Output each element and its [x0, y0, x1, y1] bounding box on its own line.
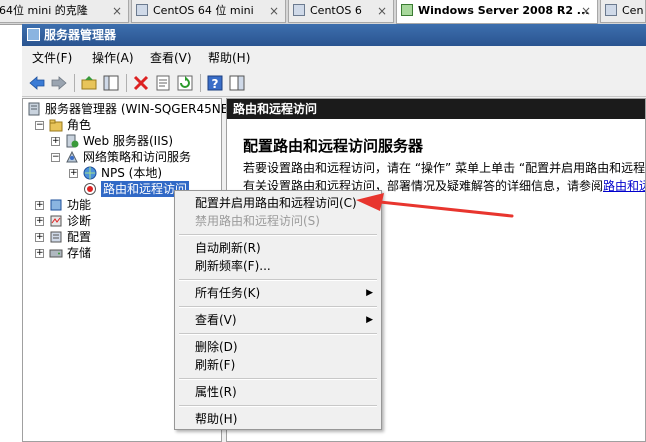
- tree-label: 角色: [67, 118, 92, 132]
- menu-separator: [179, 234, 377, 236]
- menu-item-view[interactable]: 查看(V): [195, 312, 237, 328]
- toolbar-separator: [200, 74, 201, 92]
- tree-label: Web 服务器(IIS): [83, 134, 174, 148]
- collapse-icon[interactable]: −: [35, 121, 44, 130]
- menu-item-help[interactable]: 帮助(H): [195, 411, 237, 427]
- expand-icon[interactable]: +: [69, 169, 78, 178]
- submenu-arrow-icon: ▶: [366, 315, 373, 325]
- tab-label: Windows Server 2008 R2 ...: [418, 4, 590, 17]
- server-icon: [28, 102, 40, 116]
- help-icon[interactable]: ?: [206, 74, 224, 92]
- tree-label: 网络策略和访问服务: [83, 150, 192, 164]
- menu-item-disable[interactable]: 禁用路由和远程访问(S): [195, 213, 320, 229]
- expand-icon[interactable]: +: [35, 201, 44, 210]
- diagnostics-icon: [50, 215, 62, 227]
- tree-label: 功能: [67, 198, 92, 212]
- menu-item-configure-enable[interactable]: 配置并启用路由和远程访问(C): [195, 195, 357, 211]
- tab-label: CentOS 64 位 mini: [153, 4, 254, 17]
- menu-file[interactable]: 文件(F): [32, 50, 72, 66]
- menu-help[interactable]: 帮助(H): [208, 50, 250, 66]
- delete-icon[interactable]: [132, 74, 150, 92]
- features-icon: [50, 199, 62, 211]
- tab-centos64-mini[interactable]: CentOS 64 位 mini ×: [131, 0, 286, 23]
- tree-label: 诊断: [67, 214, 92, 228]
- menu-bar: 文件(F) 操作(A) 查看(V) 帮助(H): [22, 46, 646, 71]
- tab-windows-server-2008[interactable]: Windows Server 2008 R2 ... ×: [396, 0, 598, 24]
- configuration-icon: [50, 231, 62, 243]
- server-manager-icon: [27, 28, 40, 41]
- menu-view[interactable]: 查看(V): [150, 50, 192, 66]
- refresh-icon[interactable]: [176, 74, 194, 92]
- expand-icon[interactable]: +: [35, 233, 44, 242]
- close-icon[interactable]: ×: [377, 0, 387, 22]
- tab-vm-clone[interactable]: 64位 mini 的克隆 ×: [0, 0, 129, 23]
- expand-icon[interactable]: +: [51, 137, 60, 146]
- vm-icon: [605, 4, 617, 16]
- menu-item-all-tasks[interactable]: 所有任务(K): [195, 285, 363, 301]
- menu-separator: [179, 378, 377, 380]
- back-arrow-icon[interactable]: [28, 74, 46, 92]
- menu-separator: [179, 306, 377, 308]
- vm-tab-strip: 64位 mini 的克隆 × CentOS 64 位 mini × CentOS…: [0, 0, 646, 25]
- close-icon[interactable]: ×: [581, 0, 591, 22]
- window-title: 服务器管理器: [44, 28, 117, 42]
- menu-separator: [179, 333, 377, 335]
- collapse-icon[interactable]: −: [51, 153, 60, 162]
- toolbar: ?: [22, 70, 646, 97]
- forward-arrow-icon[interactable]: [50, 74, 68, 92]
- vm-icon: [293, 4, 305, 16]
- roles-folder-icon: [49, 119, 63, 132]
- menu-item-label: 所有任务(K): [195, 286, 261, 300]
- show-hide-tree-icon[interactable]: [102, 74, 120, 92]
- menu-item-properties[interactable]: 属性(R): [195, 384, 237, 400]
- tab-centos-partial[interactable]: Cen: [600, 0, 646, 23]
- help-link[interactable]: 路由和远: [603, 179, 645, 193]
- close-icon[interactable]: ×: [269, 0, 279, 22]
- expand-icon[interactable]: +: [35, 217, 44, 226]
- menu-item-delete[interactable]: 删除(D): [195, 339, 238, 355]
- toolbar-separator: [126, 74, 127, 92]
- tree-label: 服务器管理器 (WIN-SQGER45NEH: [45, 102, 238, 116]
- properties-icon[interactable]: [154, 74, 172, 92]
- menu-item-refresh[interactable]: 刷新(F): [195, 357, 235, 373]
- menu-action[interactable]: 操作(A): [92, 50, 134, 66]
- routing-server-icon: [84, 183, 96, 195]
- tree-label: 存储: [67, 246, 92, 260]
- submenu-arrow-icon: ▶: [366, 288, 373, 298]
- globe-icon: [83, 166, 97, 180]
- tab-label: CentOS 6: [310, 4, 362, 17]
- detail-title: 配置路由和远程访问服务器: [243, 137, 424, 155]
- close-icon[interactable]: ×: [112, 0, 122, 22]
- vm-icon: [136, 4, 148, 16]
- menu-separator: [179, 279, 377, 281]
- detail-header: 路由和远程访问: [227, 99, 645, 119]
- title-bar: 服务器管理器: [22, 24, 646, 46]
- menu-separator: [179, 405, 377, 407]
- menu-item-auto-refresh[interactable]: 自动刷新(R): [195, 240, 261, 256]
- expand-icon[interactable]: +: [35, 249, 44, 258]
- network-policy-icon: [66, 150, 78, 163]
- tree-label: NPS (本地): [101, 166, 163, 180]
- annotation-arrow-icon: [356, 193, 514, 218]
- tab-label: Cen: [622, 4, 644, 17]
- up-folder-icon[interactable]: [80, 74, 98, 92]
- tab-centos6[interactable]: CentOS 6 ×: [288, 0, 394, 23]
- tab-label: 64位 mini 的克隆: [0, 4, 88, 17]
- tree-label: 配置: [67, 230, 92, 244]
- action-pane-icon[interactable]: [228, 74, 246, 92]
- vm-running-icon: [401, 4, 413, 16]
- storage-icon: [49, 249, 63, 258]
- svg-text:?: ?: [212, 77, 219, 91]
- detail-instruction: 若要设置路由和远程访问，请在 “操作” 菜单上单击 “配置并启用路由和远程: [243, 161, 646, 175]
- menu-item-refresh-rate[interactable]: 刷新频率(F)...: [195, 258, 271, 274]
- tree-node-server-manager[interactable]: 服务器管理器 (WIN-SQGER45NEH: [27, 101, 237, 117]
- toolbar-separator: [74, 74, 75, 92]
- web-server-icon: [66, 134, 79, 148]
